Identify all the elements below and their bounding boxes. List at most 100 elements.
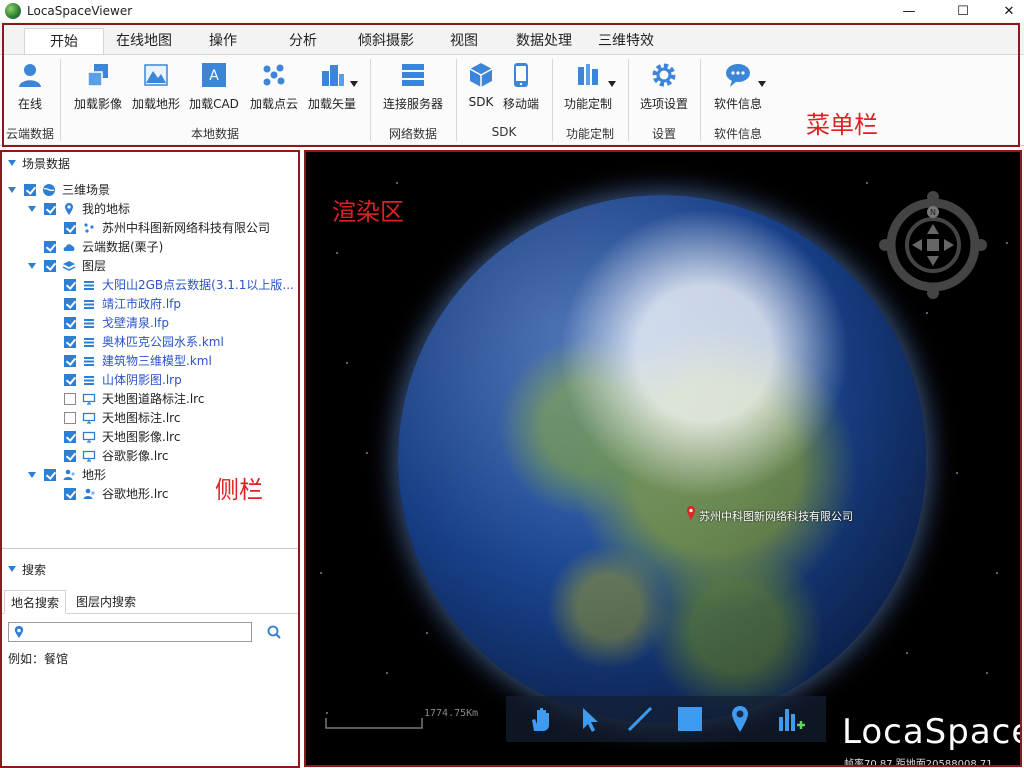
tree-node[interactable]: 大阳山2GB点云数据(3.1.1以上版...	[48, 275, 294, 294]
tree-node[interactable]: 天地图影像.lrc	[48, 427, 180, 446]
chart-add-icon[interactable]	[774, 703, 806, 735]
line-icon[interactable]	[624, 703, 656, 735]
tree-node-label: 三维场景	[62, 183, 111, 197]
layer-checkbox[interactable]	[64, 278, 76, 291]
tree-node[interactable]: 谷歌影像.lrc	[48, 446, 168, 465]
search-hint: 例如：餐馆	[8, 652, 69, 666]
layer-checkbox[interactable]	[64, 430, 76, 443]
tab-3d-effects[interactable]: 三维特效	[588, 28, 664, 54]
render-area-annotation: 渲染区	[332, 198, 404, 226]
list-icon	[84, 318, 94, 328]
tab-operation[interactable]: 操作	[190, 28, 256, 54]
earth-globe[interactable]	[398, 195, 926, 723]
pointer-icon[interactable]	[574, 703, 606, 735]
close-button[interactable]: ✕	[986, 0, 1024, 22]
expand-triangle-icon[interactable]	[28, 261, 38, 271]
title-bar: LocaSpaceViewer — ☐ ✕	[0, 0, 1024, 22]
window-title: LocaSpaceViewer	[27, 4, 133, 18]
load-terrain-button[interactable]: 加载地形	[126, 59, 186, 113]
layer-checkbox[interactable]	[44, 259, 56, 272]
navigation-compass-icon[interactable]: N	[878, 190, 988, 300]
chevron-down-icon[interactable]	[350, 81, 358, 87]
layer-checkbox[interactable]	[64, 392, 76, 405]
search-input[interactable]	[8, 622, 252, 642]
chevron-down-icon[interactable]	[608, 81, 616, 87]
layer-checkbox[interactable]	[64, 487, 76, 500]
terrain-people-icon	[83, 488, 95, 499]
search-header[interactable]: 搜索	[2, 559, 298, 579]
phone-icon	[514, 63, 528, 87]
placemark-pin-icon[interactable]	[686, 506, 696, 520]
minimize-button[interactable]: —	[886, 0, 932, 22]
layer-checkbox[interactable]	[44, 240, 56, 253]
tree-node[interactable]: 山体阴影图.lrp	[48, 370, 182, 389]
online-button[interactable]: 在线	[0, 59, 60, 113]
hand-icon[interactable]	[524, 703, 556, 735]
load-imagery-button[interactable]: 加载影像	[68, 59, 128, 113]
tree-node[interactable]: 建筑物三维模型.kml	[48, 351, 212, 370]
expand-triangle-icon[interactable]	[8, 185, 18, 195]
search-tabs: 地名搜索 图层内搜索	[2, 590, 298, 614]
tree-node[interactable]: 谷歌地形.lrc	[48, 484, 168, 503]
compass-north-label: N	[930, 208, 936, 217]
square-icon[interactable]	[674, 703, 706, 735]
tab-view[interactable]: 视图	[436, 28, 492, 54]
render-area[interactable]: 渲染区 苏州中科图新网络科技有限公司 N 1774.75Km LocaSpace…	[304, 150, 1022, 767]
tree-node[interactable]: 奥林匹克公园水系.kml	[48, 332, 224, 351]
group-label-sdk: SDK	[491, 125, 517, 139]
tree-node[interactable]: 戈壁清泉.lfp	[48, 313, 169, 332]
tree-node[interactable]: 天地图道路标注.lrc	[48, 389, 204, 408]
tree-node[interactable]: 我的地标	[28, 199, 130, 218]
placemark-label[interactable]: 苏州中科图新网络科技有限公司	[699, 508, 853, 524]
layer-checkbox[interactable]	[44, 468, 56, 481]
tree-node[interactable]: 苏州中科图新网络科技有限公司	[48, 218, 270, 237]
tab-layer-search[interactable]: 图层内搜索	[70, 590, 142, 614]
layer-checkbox[interactable]	[64, 449, 76, 462]
tab-place-search[interactable]: 地名搜索	[4, 590, 67, 614]
chevron-down-icon[interactable]	[758, 81, 766, 87]
gear-icon	[652, 63, 676, 87]
tree-node[interactable]: 三维场景	[8, 180, 110, 199]
sdk-button[interactable]: SDK	[460, 59, 502, 113]
maximize-button[interactable]: ☐	[940, 0, 986, 22]
tree-node-label: 天地图影像.lrc	[102, 430, 181, 444]
scene-data-header[interactable]: 场景数据	[2, 153, 298, 173]
tab-oblique-photo[interactable]: 倾斜摄影	[348, 28, 424, 54]
layer-checkbox[interactable]	[64, 335, 76, 348]
terrain-people-icon	[63, 469, 75, 480]
tree-node[interactable]: 云端数据(栗子)	[28, 237, 163, 256]
pin-icon[interactable]	[724, 703, 756, 735]
layer-checkbox[interactable]	[64, 221, 76, 234]
tree-node-label: 山体阴影图.lrp	[102, 373, 182, 387]
layer-checkbox[interactable]	[64, 316, 76, 329]
layer-checkbox[interactable]	[24, 183, 36, 196]
tab-online-map[interactable]: 在线地图	[106, 28, 182, 54]
search-icon[interactable]	[266, 624, 282, 640]
tree-node[interactable]: 图层	[28, 256, 106, 275]
connect-server-button[interactable]: 连接服务器	[382, 59, 444, 113]
expand-triangle-icon[interactable]	[28, 470, 38, 480]
options-settings-button[interactable]: 选项设置	[634, 59, 694, 113]
app-logo-icon	[5, 3, 21, 19]
layers-icon	[87, 64, 108, 87]
layer-checkbox[interactable]	[44, 202, 56, 215]
layer-checkbox[interactable]	[64, 297, 76, 310]
tab-start[interactable]: 开始	[24, 28, 104, 54]
tab-data-processing[interactable]: 数据处理	[506, 28, 582, 54]
tree-node[interactable]: 地形	[28, 465, 106, 484]
tab-analysis[interactable]: 分析	[270, 28, 336, 54]
layer-checkbox[interactable]	[64, 373, 76, 386]
group-label-settings: 设置	[651, 127, 676, 141]
mobile-button[interactable]: 移动端	[500, 59, 542, 113]
expand-triangle-icon[interactable]	[28, 204, 38, 214]
load-pointcloud-button[interactable]: 加载点云	[244, 59, 304, 113]
layer-checkbox[interactable]	[64, 411, 76, 424]
brand-watermark: LocaSpace	[842, 712, 1022, 752]
layer-checkbox[interactable]	[64, 354, 76, 367]
tree-node[interactable]: 靖江市政府.lfp	[48, 294, 181, 313]
tree-node[interactable]: 天地图标注.lrc	[48, 408, 180, 427]
load-cad-button[interactable]: A 加载CAD	[184, 59, 244, 113]
